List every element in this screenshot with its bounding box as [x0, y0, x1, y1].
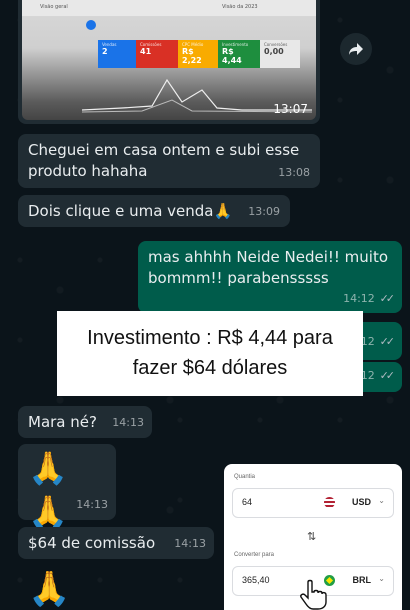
message-text: Mara né?	[28, 413, 97, 431]
forward-button[interactable]	[340, 33, 372, 65]
kpi-card-vendas: Vendas 2	[98, 40, 136, 68]
message-text: mas ahhhh Neide Nedei!! muito bommm!! pa…	[148, 248, 389, 287]
message-time: 14:13	[76, 498, 108, 511]
hand-pointer-icon	[300, 579, 327, 610]
dashboard-header: Visão geral Visão da 2023	[22, 0, 316, 16]
kpi-card-conversoes: Conversões 0,00	[260, 40, 300, 68]
message-time: 13:08	[278, 166, 310, 179]
caption-line-2: fazer $64 dólares	[132, 357, 288, 379]
forward-arrow-icon	[349, 43, 363, 55]
message-time: 14:13	[174, 537, 206, 550]
kpi-card-comissoes: Comissões 41	[136, 40, 178, 68]
amount-label: Quantia	[234, 474, 256, 480]
double-check-icon: ✓✓	[379, 369, 396, 382]
amount-value: 64	[242, 497, 253, 507]
message-time: 14:13	[112, 416, 144, 429]
kpi-card-cpc: CPC Médio R$ 2,22	[178, 40, 218, 68]
to-currency[interactable]: BRL	[353, 575, 372, 585]
caption-line-1: Investimento : R$ 4,44 para	[87, 327, 333, 349]
dashboard-screenshot[interactable]: Visão geral Visão da 2023 Vendas 2 Comis…	[22, 0, 316, 120]
caption-overlay: Investimento : R$ 4,44 para fazer $64 dó…	[57, 311, 363, 396]
message-bubble-incoming[interactable]: Dois clique e uma venda🙏 13:09	[18, 195, 290, 227]
message-text: $64 de comissão	[28, 534, 156, 552]
message-time: 14:12	[343, 292, 375, 305]
result-value: 365,40	[242, 575, 270, 585]
message-text: Dois clique e uma venda🙏	[28, 202, 233, 220]
message-bubble-incoming[interactable]: Cheguei em casa ontem e subi esse produt…	[18, 134, 320, 188]
double-check-icon: ✓✓	[379, 335, 396, 348]
swap-icon[interactable]: ⇅	[307, 530, 316, 543]
message-text: 🙏🙏	[28, 449, 68, 531]
message-bubble-incoming[interactable]: Mara né? 14:13	[18, 406, 152, 438]
convert-to-label: Converter para	[234, 552, 275, 558]
us-flag-icon	[324, 497, 335, 508]
emoji-message[interactable]: 🙏	[28, 568, 70, 610]
dashboard-date-filter: Visão da 2023	[222, 4, 258, 10]
image-message[interactable]: Visão geral Visão da 2023 Vendas 2 Comis…	[18, 0, 320, 124]
dashboard-title: Visão geral	[40, 4, 68, 10]
double-check-icon: ✓✓	[379, 292, 396, 305]
message-time: 13:09	[248, 205, 280, 218]
chevron-down-icon[interactable]: ⌄	[378, 496, 385, 505]
image-message-time: 13:07	[273, 102, 308, 116]
chevron-down-icon[interactable]: ⌄	[378, 574, 385, 583]
message-meta: 14:12 ✓✓	[343, 287, 396, 309]
emoji-message-bubble[interactable]: 🙏🙏 14:13	[18, 444, 116, 531]
message-text: Cheguei em casa ontem e subi esse produt…	[28, 141, 300, 180]
from-currency[interactable]: USD	[352, 497, 371, 507]
kpi-card-investimento: Investimento R$ 4,44	[218, 40, 260, 68]
amount-input[interactable]: 64 USD ⌄	[232, 488, 394, 518]
message-bubble-incoming[interactable]: $64 de comissão 14:13	[18, 527, 214, 559]
dashboard-edit-icon	[86, 20, 96, 30]
message-bubble-outgoing[interactable]: mas ahhhh Neide Nedei!! muito bommm!! pa…	[138, 241, 402, 313]
